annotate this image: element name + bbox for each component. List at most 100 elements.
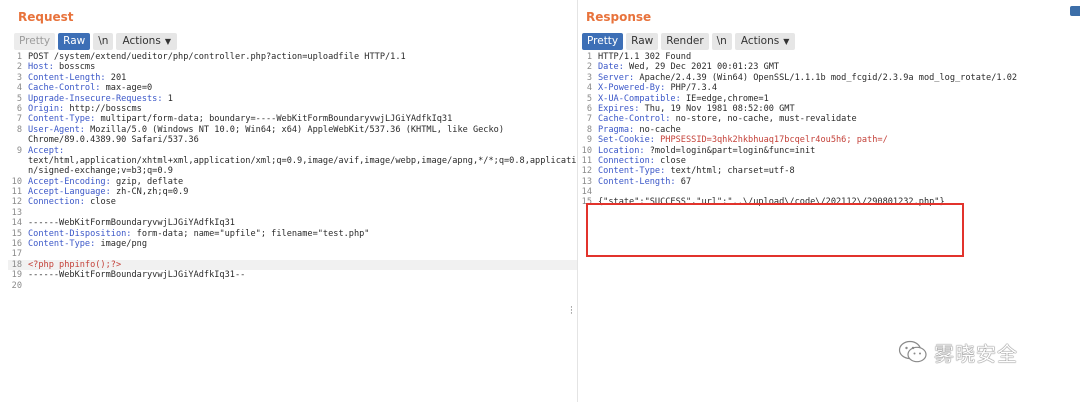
line-number: 4 bbox=[16, 83, 22, 94]
response-line: 14 bbox=[578, 187, 1080, 197]
line-text: n/signed-exchange;v=b3;q=0.9 bbox=[28, 166, 173, 176]
header-name: Date: bbox=[598, 62, 624, 73]
response-tab-newline[interactable]: \n bbox=[711, 33, 732, 50]
request-editor[interactable]: 1 POST /system/extend/ueditor/php/control… bbox=[8, 52, 578, 402]
request-line: 10 Accept-Encoding: gzip, deflate bbox=[8, 177, 578, 187]
line-number: 15 bbox=[11, 228, 22, 239]
line-text: Date: Wed, 29 Dec 2021 00:01:23 GMT bbox=[598, 62, 779, 72]
layout-toggle-icon[interactable] bbox=[1070, 6, 1080, 16]
line-text: X-Powered-By: PHP/7.3.4 bbox=[598, 83, 717, 93]
line-text: Host: bosscms bbox=[28, 62, 95, 72]
line-number: 18 bbox=[11, 259, 22, 270]
header-value: http://bosscms bbox=[64, 103, 142, 114]
request-line: Chrome/89.0.4389.90 Safari/537.36 bbox=[8, 135, 578, 145]
line-number: 5 bbox=[586, 93, 592, 104]
line-number: 3 bbox=[16, 72, 22, 83]
response-line: 6 Expires: Thu, 19 Nov 1981 08:52:00 GMT bbox=[578, 104, 1080, 114]
header-value: gzip, deflate bbox=[110, 176, 184, 187]
request-line: 9 Accept: bbox=[8, 146, 578, 156]
request-actions-button[interactable]: Actions ▼ bbox=[116, 33, 177, 50]
line-text: Upgrade-Insecure-Requests: 1 bbox=[28, 94, 173, 104]
request-tab-raw[interactable]: Raw bbox=[58, 33, 91, 50]
line-number: 20 bbox=[11, 280, 22, 291]
line-number: 14 bbox=[11, 218, 22, 229]
line-text: Connection: close bbox=[28, 197, 116, 207]
line-number: 4 bbox=[586, 83, 592, 94]
request-line: 19 ------WebKitFormBoundaryvwjLJGiYAdfkIq… bbox=[8, 270, 578, 280]
header-value: text/html; charset=utf-8 bbox=[665, 166, 795, 177]
request-line: 13 bbox=[8, 208, 578, 218]
more-options-icon[interactable]: · · · bbox=[570, 304, 573, 319]
line-text: Set-Cookie: PHPSESSID=3qhk2hkbhuaq17bcqe… bbox=[598, 135, 888, 145]
header-value: Apache/2.4.39 (Win64) OpenSSL/1.1.1b mod… bbox=[634, 72, 1018, 83]
response-line: 3 Server: Apache/2.4.39 (Win64) OpenSSL/1… bbox=[578, 73, 1080, 83]
line-number: 3 bbox=[586, 72, 592, 83]
header-value: PHP/7.3.4 bbox=[665, 83, 718, 94]
request-line: 14 ------WebKitFormBoundaryvwjLJGiYAdfkIq… bbox=[8, 218, 578, 228]
response-toolbar: Pretty Raw Render \n Actions ▼ bbox=[582, 33, 796, 50]
header-value: ?mold=login&part=login&func=init bbox=[644, 145, 816, 156]
header-name: Content-Length: bbox=[598, 176, 676, 187]
watermark-text: 雾晓安全 bbox=[934, 341, 1018, 366]
request-line: 2 Host: bosscms bbox=[8, 62, 578, 72]
header-value: bosscms bbox=[53, 62, 96, 73]
request-line: 20 bbox=[8, 281, 578, 291]
header-name: Content-Type: bbox=[598, 166, 666, 177]
line-number: 5 bbox=[16, 93, 22, 104]
header-name: Location: bbox=[598, 145, 645, 156]
response-line: 8 Pragma: no-cache bbox=[578, 125, 1080, 135]
line-text: Chrome/89.0.4389.90 Safari/537.36 bbox=[28, 135, 199, 145]
request-line: text/html,application/xhtml+xml,applicat… bbox=[8, 156, 578, 166]
header-value: ------WebKitFormBoundaryvwjLJGiYAdfkIq31… bbox=[28, 270, 246, 281]
line-number: 11 bbox=[581, 155, 592, 166]
response-tab-pretty[interactable]: Pretty bbox=[582, 33, 624, 50]
header-name: Expires: bbox=[598, 103, 640, 114]
request-line: 17 bbox=[8, 249, 578, 259]
header-name: X-UA-Compatible: bbox=[598, 93, 681, 104]
response-tab-raw[interactable]: Raw bbox=[626, 33, 659, 50]
request-line: 16 Content-Type: image/png bbox=[8, 239, 578, 249]
header-name: Connection: bbox=[28, 197, 85, 208]
line-number: 1 bbox=[16, 52, 22, 62]
header-name: User-Agent: bbox=[28, 124, 85, 135]
header-value: max-age=0 bbox=[100, 83, 153, 94]
response-line: 12 Content-Type: text/html; charset=utf-8 bbox=[578, 166, 1080, 176]
line-number: 6 bbox=[16, 103, 22, 114]
line-number: 8 bbox=[16, 124, 22, 135]
request-line: 11 Accept-Language: zh-CN,zh;q=0.9 bbox=[8, 187, 578, 197]
header-name: Content-Disposition: bbox=[28, 228, 132, 239]
header-value: zh-CN,zh;q=0.9 bbox=[110, 187, 189, 198]
header-value: POST /system/extend/ueditor/php/controll… bbox=[28, 52, 406, 62]
request-pane: Request Pretty Raw \n Actions ▼ 1 POST /sy… bbox=[0, 0, 578, 402]
header-name: Host: bbox=[28, 62, 54, 73]
line-number: 14 bbox=[581, 187, 592, 198]
header-name: Set-Cookie: bbox=[598, 135, 655, 146]
response-actions-button[interactable]: Actions ▼ bbox=[734, 33, 796, 50]
line-text: HTTP/1.1 302 Found bbox=[598, 52, 691, 62]
line-text: User-Agent: Mozilla/5.0 (Windows NT 10.0… bbox=[28, 125, 504, 135]
line-number: 19 bbox=[11, 270, 22, 281]
line-text: Location: ?mold=login&part=login&func=in… bbox=[598, 146, 815, 156]
chevron-down-icon: ▼ bbox=[164, 37, 171, 46]
line-text: ------WebKitFormBoundaryvwjLJGiYAdfkIq31 bbox=[28, 218, 235, 228]
line-text: Pragma: no-cache bbox=[598, 125, 681, 135]
line-text: Content-Type: multipart/form-data; bound… bbox=[28, 114, 452, 124]
line-text: POST /system/extend/ueditor/php/controll… bbox=[28, 52, 406, 62]
request-toolbar: Pretty Raw \n Actions ▼ bbox=[14, 33, 177, 50]
request-tab-newline[interactable]: \n bbox=[93, 33, 114, 50]
request-tab-pretty[interactable]: Pretty bbox=[14, 33, 56, 50]
header-name: Connection: bbox=[598, 155, 655, 166]
header-name: Server: bbox=[598, 72, 635, 83]
line-text: Cache-Control: no-store, no-cache, must-… bbox=[598, 114, 857, 124]
header-value: text/html,application/xhtml+xml,applicat… bbox=[28, 155, 578, 166]
line-number: 12 bbox=[581, 166, 592, 177]
line-number: 17 bbox=[11, 249, 22, 260]
header-value: close bbox=[84, 197, 116, 208]
line-number: 6 bbox=[586, 103, 592, 114]
header-value: close bbox=[654, 155, 686, 166]
line-number: 2 bbox=[586, 62, 592, 73]
request-actions-label: Actions bbox=[122, 35, 161, 47]
request-line: 4 Cache-Control: max-age=0 bbox=[8, 83, 578, 93]
line-text: X-UA-Compatible: IE=edge,chrome=1 bbox=[598, 94, 769, 104]
response-tab-render[interactable]: Render bbox=[661, 33, 709, 50]
